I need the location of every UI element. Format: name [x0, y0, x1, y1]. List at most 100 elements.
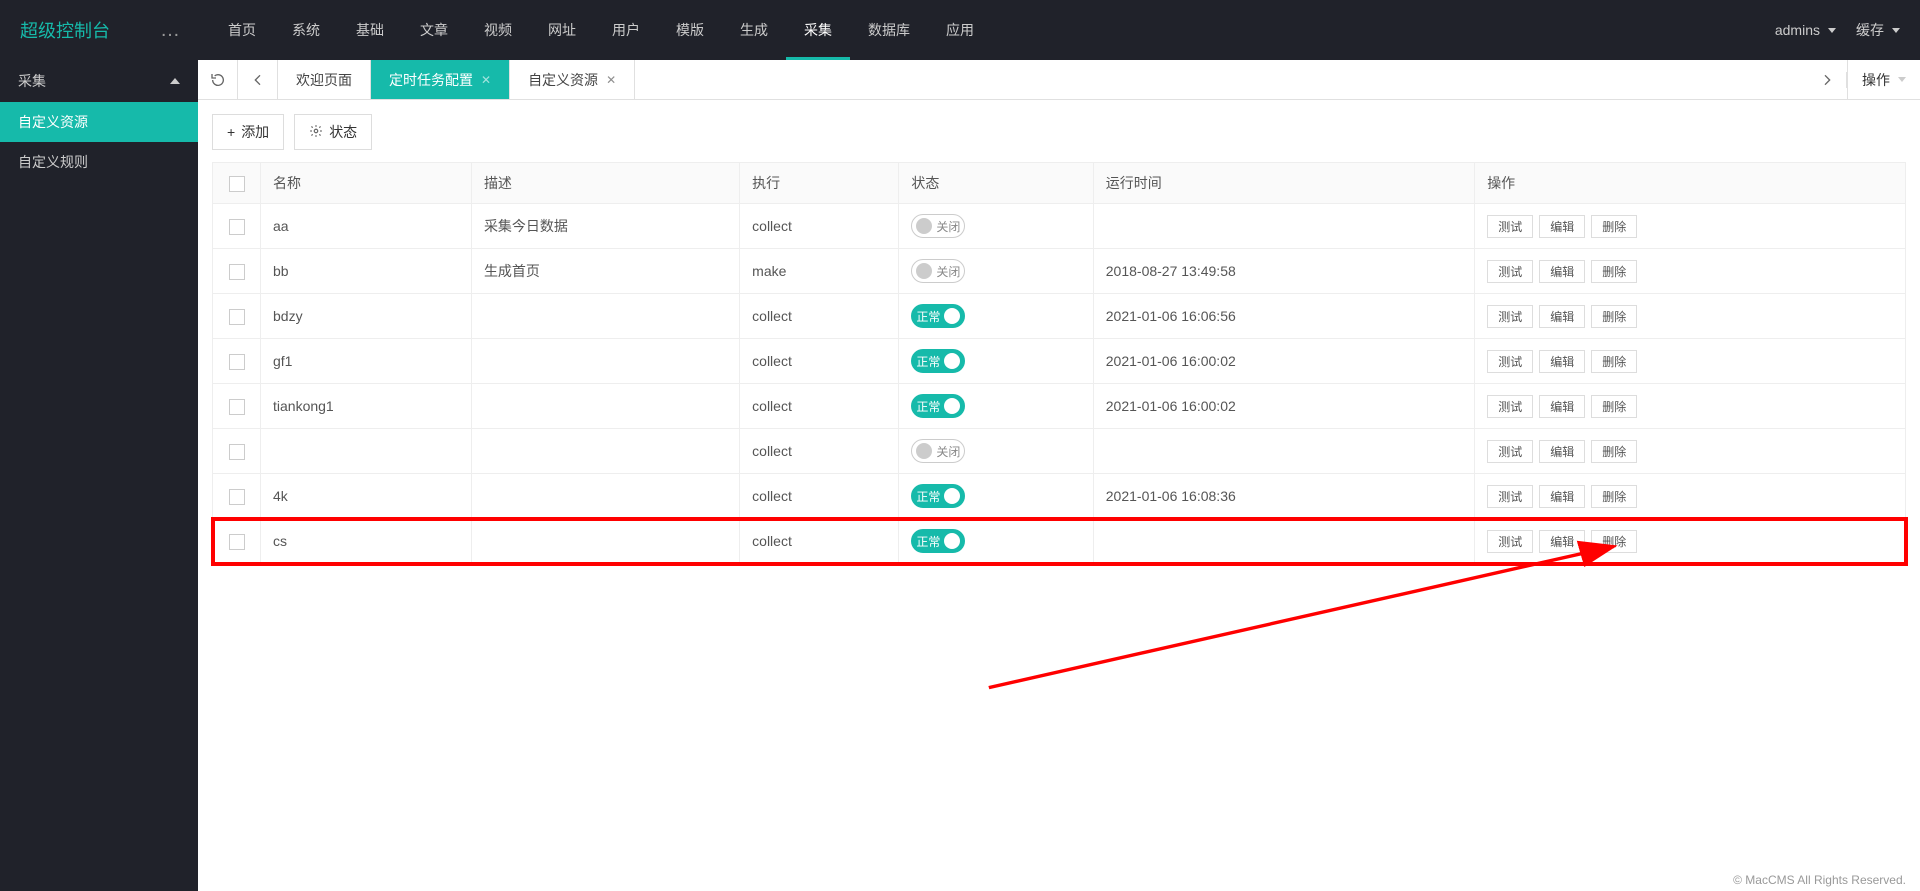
- test-button[interactable]: 测试: [1487, 395, 1533, 418]
- checkbox-all[interactable]: [229, 176, 245, 192]
- tab-ops-menu[interactable]: 操作: [1847, 60, 1920, 99]
- test-button[interactable]: 测试: [1487, 530, 1533, 553]
- tab[interactable]: 自定义资源 ✕: [510, 60, 635, 99]
- table-row: gf1collect正常2021-01-06 16:00:02测试编辑删除: [213, 339, 1906, 384]
- edit-button[interactable]: 编辑: [1539, 350, 1585, 373]
- topnav-item[interactable]: 文章: [402, 0, 466, 60]
- table-row: aa采集今日数据collect关闭测试编辑删除: [213, 204, 1906, 249]
- close-icon[interactable]: ✕: [481, 73, 491, 87]
- topnav-item[interactable]: 采集: [786, 0, 850, 60]
- table-header: 描述: [471, 163, 739, 204]
- more-icon[interactable]: …: [160, 19, 180, 42]
- row-checkbox[interactable]: [229, 354, 245, 370]
- cell-name: [261, 429, 472, 474]
- cell-runtime: 2018-08-27 13:49:58: [1093, 249, 1474, 294]
- topnav-item[interactable]: 首页: [210, 0, 274, 60]
- topnav-item[interactable]: 生成: [722, 0, 786, 60]
- test-button[interactable]: 测试: [1487, 350, 1533, 373]
- cell-name: bdzy: [261, 294, 472, 339]
- test-button[interactable]: 测试: [1487, 260, 1533, 283]
- cell-exec: make: [740, 249, 899, 294]
- delete-button[interactable]: 删除: [1591, 260, 1637, 283]
- row-checkbox[interactable]: [229, 219, 245, 235]
- tab[interactable]: 定时任务配置 ✕: [371, 60, 510, 99]
- row-checkbox[interactable]: [229, 309, 245, 325]
- cell-status: 正常: [899, 384, 1093, 429]
- topbar: 超级控制台 … 首页系统基础文章视频网址用户模版生成采集数据库应用 admins…: [0, 0, 1920, 60]
- tab-label: 自定义资源: [528, 70, 598, 90]
- topnav-item[interactable]: 视频: [466, 0, 530, 60]
- edit-button[interactable]: 编辑: [1539, 485, 1585, 508]
- status-switch[interactable]: 关闭: [911, 439, 965, 463]
- row-checkbox[interactable]: [229, 264, 245, 280]
- row-checkbox[interactable]: [229, 534, 245, 550]
- test-button[interactable]: 测试: [1487, 485, 1533, 508]
- cell-name: tiankong1: [261, 384, 472, 429]
- edit-button[interactable]: 编辑: [1539, 260, 1585, 283]
- cell-runtime: 2021-01-06 16:00:02: [1093, 339, 1474, 384]
- sidebar-item[interactable]: 自定义规则: [0, 142, 198, 182]
- chevron-left-icon: [250, 72, 266, 88]
- topnav-item[interactable]: 模版: [658, 0, 722, 60]
- user-menu[interactable]: admins: [1775, 22, 1836, 38]
- refresh-button[interactable]: [198, 60, 238, 99]
- edit-button[interactable]: 编辑: [1539, 395, 1585, 418]
- cache-menu[interactable]: 缓存: [1856, 20, 1900, 40]
- topnav-item[interactable]: 数据库: [850, 0, 928, 60]
- row-checkbox[interactable]: [229, 489, 245, 505]
- add-button[interactable]: + 添加: [212, 114, 284, 150]
- edit-button[interactable]: 编辑: [1539, 440, 1585, 463]
- status-switch[interactable]: 正常: [911, 349, 965, 373]
- task-table: 名称描述执行状态运行时间操作 aa采集今日数据collect关闭测试编辑删除bb…: [212, 162, 1906, 564]
- sidebar-section-title[interactable]: 采集: [0, 60, 198, 102]
- cell-desc: [471, 384, 739, 429]
- table-row: bdzycollect正常2021-01-06 16:06:56测试编辑删除: [213, 294, 1906, 339]
- status-switch[interactable]: 正常: [911, 529, 965, 553]
- tab-label: 定时任务配置: [389, 70, 473, 90]
- tab[interactable]: 欢迎页面: [278, 60, 371, 99]
- cell-exec: collect: [740, 294, 899, 339]
- edit-button[interactable]: 编辑: [1539, 530, 1585, 553]
- status-switch[interactable]: 正常: [911, 394, 965, 418]
- test-button[interactable]: 测试: [1487, 305, 1533, 328]
- table-row: 4kcollect正常2021-01-06 16:08:36测试编辑删除: [213, 474, 1906, 519]
- delete-button[interactable]: 删除: [1591, 305, 1637, 328]
- delete-button[interactable]: 删除: [1591, 530, 1637, 553]
- status-button[interactable]: 状态: [294, 114, 372, 150]
- test-button[interactable]: 测试: [1487, 440, 1533, 463]
- refresh-icon: [210, 72, 226, 88]
- topnav-item[interactable]: 系统: [274, 0, 338, 60]
- tab-prev-button[interactable]: [238, 60, 278, 99]
- delete-button[interactable]: 删除: [1591, 485, 1637, 508]
- status-switch[interactable]: 正常: [911, 304, 965, 328]
- status-switch[interactable]: 关闭: [911, 214, 965, 238]
- row-checkbox[interactable]: [229, 399, 245, 415]
- cell-runtime: 2021-01-06 16:00:02: [1093, 384, 1474, 429]
- table-row: collect关闭测试编辑删除: [213, 429, 1906, 474]
- test-button[interactable]: 测试: [1487, 215, 1533, 238]
- topnav-item[interactable]: 用户: [594, 0, 658, 60]
- topnav-item[interactable]: 应用: [928, 0, 992, 60]
- edit-button[interactable]: 编辑: [1539, 305, 1585, 328]
- cell-name: bb: [261, 249, 472, 294]
- sidebar-item[interactable]: 自定义资源: [0, 102, 198, 142]
- status-switch[interactable]: 正常: [911, 484, 965, 508]
- row-checkbox[interactable]: [229, 444, 245, 460]
- cell-actions: 测试编辑删除: [1475, 474, 1906, 519]
- delete-button[interactable]: 删除: [1591, 395, 1637, 418]
- cell-status: 正常: [899, 294, 1093, 339]
- plus-icon: +: [227, 124, 235, 140]
- tab-label: 欢迎页面: [296, 70, 352, 90]
- delete-button[interactable]: 删除: [1591, 440, 1637, 463]
- table-header: 名称: [261, 163, 472, 204]
- topnav-item[interactable]: 网址: [530, 0, 594, 60]
- chevron-down-icon: [1892, 28, 1900, 33]
- delete-button[interactable]: 删除: [1591, 215, 1637, 238]
- close-icon[interactable]: ✕: [606, 73, 616, 87]
- delete-button[interactable]: 删除: [1591, 350, 1637, 373]
- topnav-item[interactable]: 基础: [338, 0, 402, 60]
- status-switch[interactable]: 关闭: [911, 259, 965, 283]
- edit-button[interactable]: 编辑: [1539, 215, 1585, 238]
- tab-next-button[interactable]: [1807, 72, 1847, 88]
- cell-desc: [471, 294, 739, 339]
